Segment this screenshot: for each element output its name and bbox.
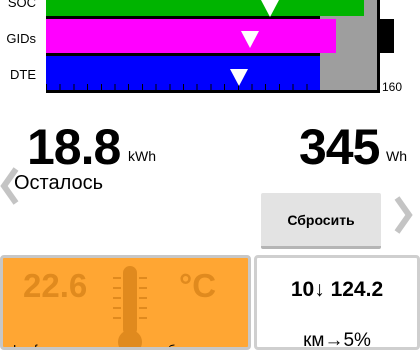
chevron-left-icon[interactable]	[0, 163, 22, 209]
thermometer-icon	[113, 266, 147, 347]
reset-button[interactable]: Сбросить	[261, 193, 381, 249]
soc-label: SOC	[7, 0, 36, 10]
temperature-note: Lcof воприм движите угтобы	[13, 342, 185, 350]
dte-label: DTE	[10, 67, 36, 82]
soc-marker-icon	[261, 0, 279, 17]
soc-bar	[46, 0, 364, 16]
energy-counter-value: 345	[299, 119, 380, 175]
remaining-energy-value: 18.8	[27, 119, 121, 175]
gids-label: GIDs	[6, 31, 36, 46]
energy-counter-unit: Wh	[386, 148, 407, 164]
temperature-unit: °C	[179, 267, 217, 304]
battery-tip	[380, 19, 394, 53]
scale-max-label: 160	[382, 80, 403, 94]
remaining-energy-unit: kWh	[128, 148, 156, 164]
remaining-label: Осталось	[14, 172, 104, 194]
consumption-panel[interactable]: 10↓ 124.2 км→5%	[254, 255, 420, 350]
gids-marker-icon	[241, 31, 259, 48]
chevron-right-icon[interactable]	[391, 192, 415, 238]
battery-gauge	[46, 0, 380, 93]
dte-marker-icon	[230, 69, 248, 86]
consumption-top-value: 10↓ 124.2	[290, 278, 384, 301]
dte-scale-ticks	[46, 84, 320, 90]
gids-bar	[46, 19, 336, 53]
consumption-bottom-value: км→5%	[303, 330, 371, 350]
temperature-panel[interactable]: 22.6 °C Lcof воприм движите угтобы	[0, 255, 251, 350]
temperature-value: 22.6	[23, 267, 88, 304]
